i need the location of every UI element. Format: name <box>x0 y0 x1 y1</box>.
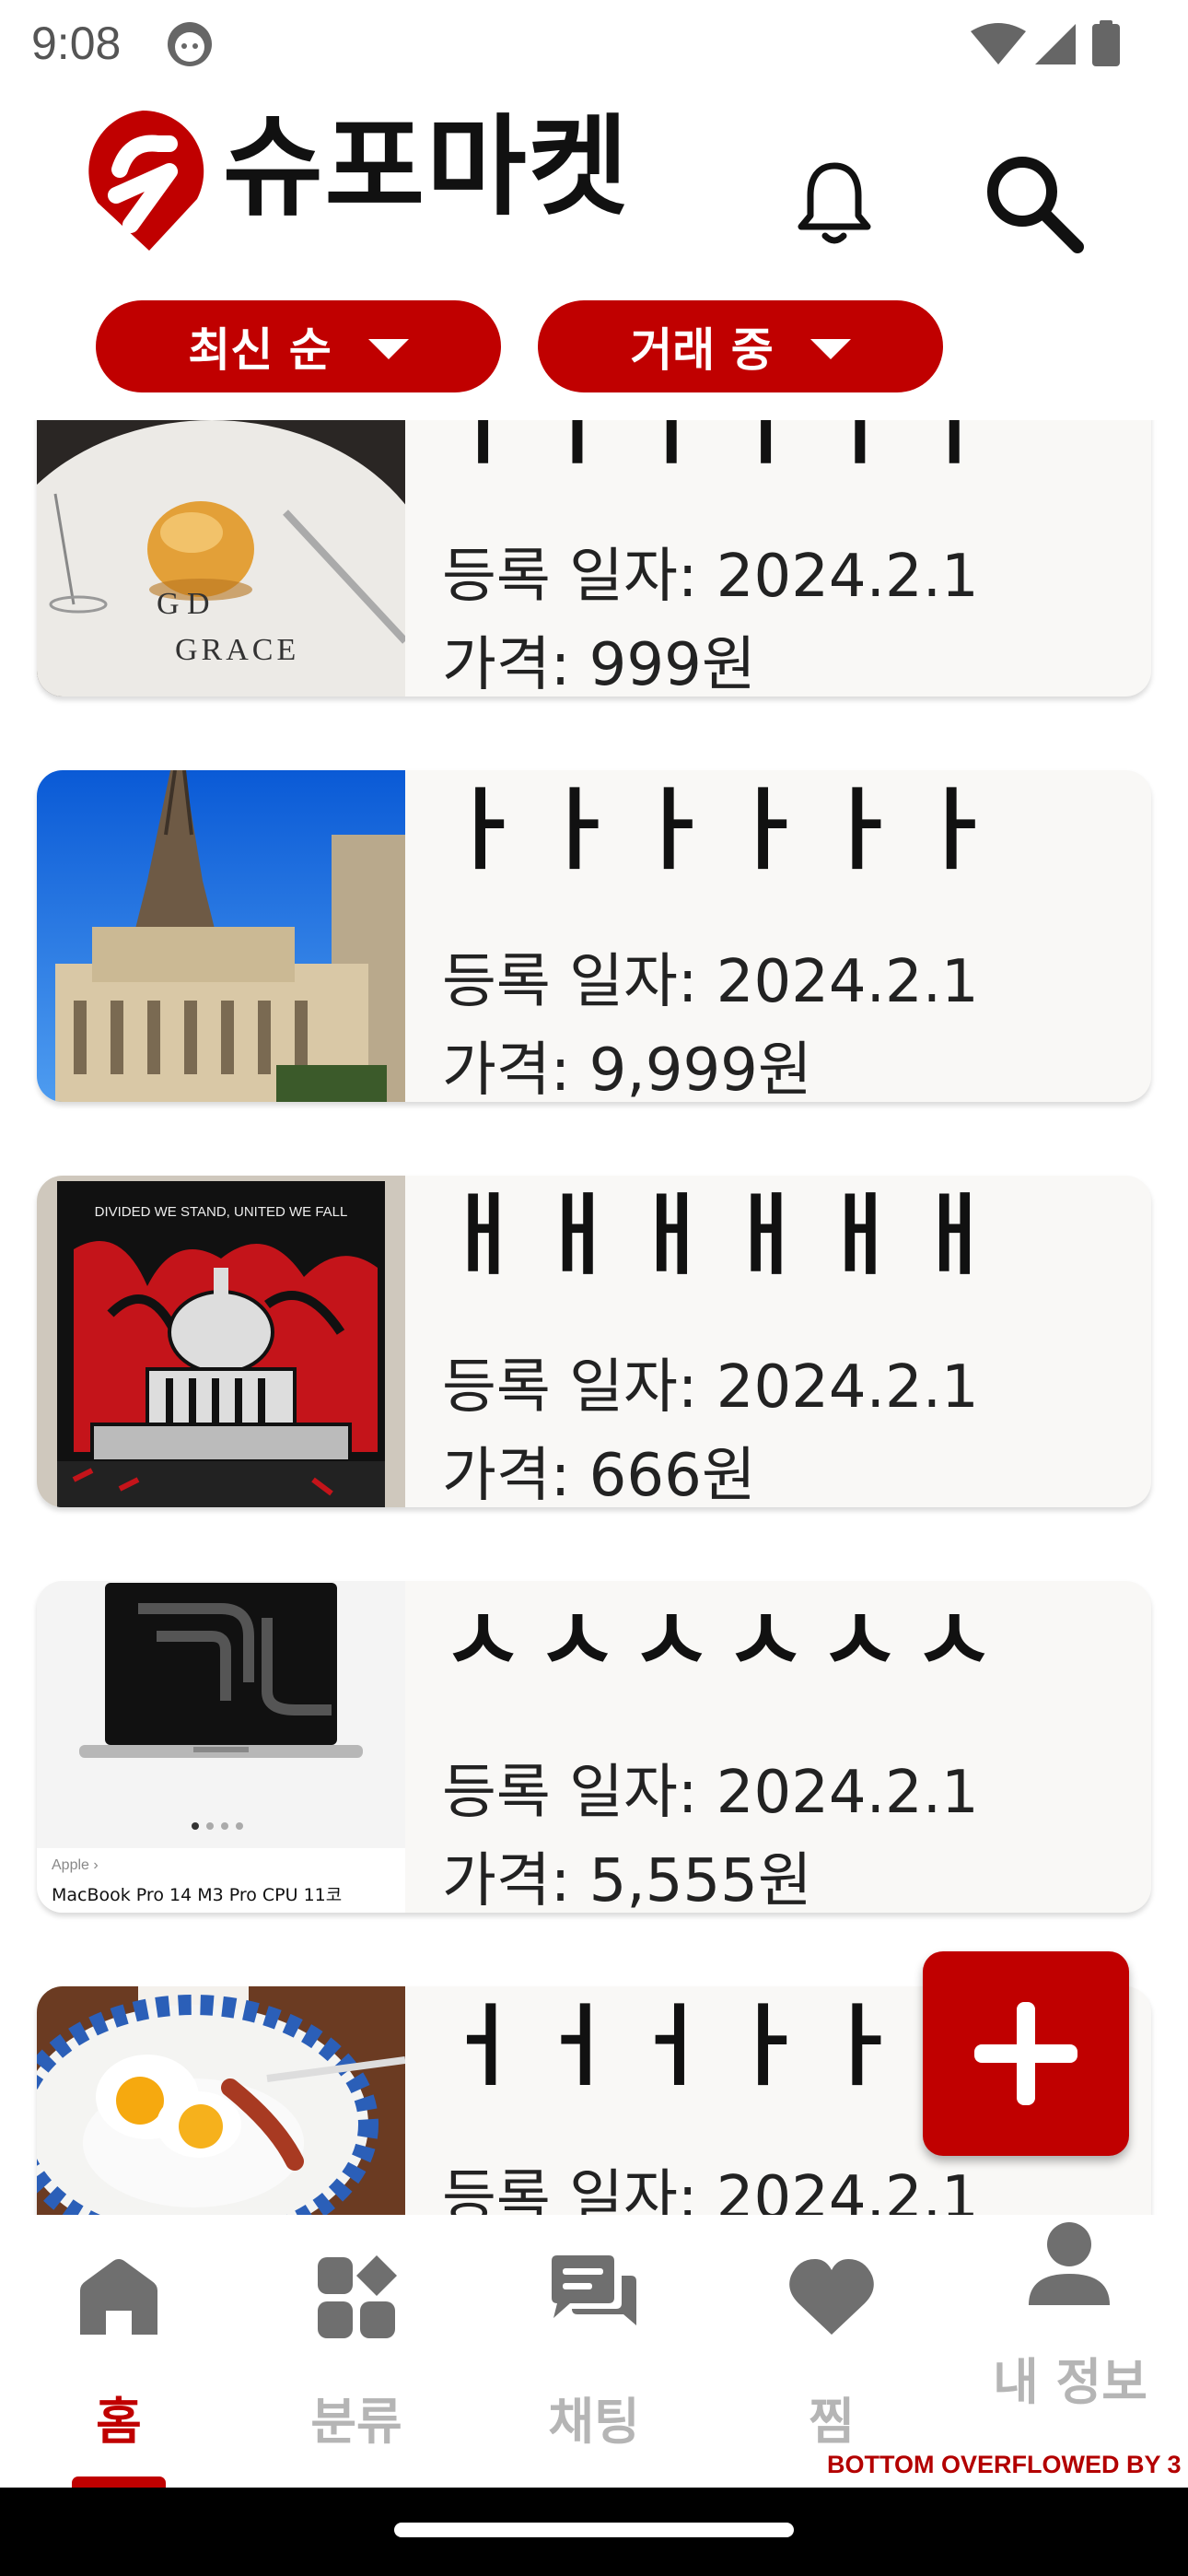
wifi-icon <box>971 23 1026 64</box>
status-label: 거래 중 <box>630 323 774 377</box>
product-card[interactable]: Apple › MacBook Pro 14 M3 Pro CPU 11코 ㅅㅅ… <box>37 1581 1151 1913</box>
product-date: 등록 일자: 2024.2.1 <box>442 948 979 1016</box>
logo-icon <box>88 110 204 251</box>
status-time: 9:08 <box>31 18 122 69</box>
overflow-warning: BOTTOM OVERFLOWED BY 3 <box>827 2451 1182 2478</box>
thumb-caption-small: Apple › <box>52 1857 99 1873</box>
nav-home-label: 홈 <box>96 2393 142 2451</box>
product-image: G D GRACE <box>37 420 405 697</box>
plus-icon <box>974 2002 1077 2105</box>
status-dropdown[interactable]: 거래 중 <box>538 300 943 392</box>
app-header: 슈포마켓 <box>0 88 1188 300</box>
product-title: ㅐㅐㅐㅐㅐㅐ <box>442 1184 1007 1287</box>
product-price: 가격: 9,999원 <box>442 1036 812 1102</box>
nav-wishlist-label: 찜 <box>809 2393 855 2451</box>
product-card[interactable]: G D GRACE ㅣㅣㅣㅣㅣㅣ 등록 일자: 2024.2.1 가격: 999… <box>37 420 1151 697</box>
notification-face-icon <box>168 22 212 66</box>
product-image: Apple › MacBook Pro 14 M3 Pro CPU 11코 <box>37 1581 405 1913</box>
person-icon <box>1029 2222 1110 2305</box>
category-icon <box>318 2255 397 2338</box>
product-image <box>37 1986 405 2215</box>
product-date: 등록 일자: 2024.2.1 <box>442 2164 979 2215</box>
status-bar: 9:08 <box>0 0 1188 88</box>
nav-category-label: 분류 <box>310 2393 402 2451</box>
product-price: 가격: 5,555원 <box>442 1847 812 1913</box>
nav-chat[interactable]: 채팅 <box>475 2215 713 2488</box>
chevron-down-icon <box>367 339 409 359</box>
product-price: 가격: 666원 <box>442 1442 756 1507</box>
product-image <box>37 770 405 1102</box>
product-image: DIVIDED WE STAND, UNITED WE FALL <box>37 1176 405 1507</box>
chat-icon <box>552 2255 636 2325</box>
product-date: 등록 일자: 2024.2.1 <box>442 1759 979 1827</box>
home-icon <box>80 2259 157 2335</box>
product-title: ㅏㅏㅏㅏㅏㅏ <box>442 779 1007 882</box>
heart-icon <box>789 2259 874 2335</box>
nav-chat-label: 채팅 <box>548 2393 640 2451</box>
nav-home[interactable]: 홈 <box>0 2215 238 2489</box>
product-price: 가격: 999원 <box>442 631 756 697</box>
signal-icon <box>1035 24 1076 64</box>
nav-wishlist[interactable]: 찜 <box>713 2215 950 2488</box>
nav-category[interactable]: 분류 <box>238 2215 475 2488</box>
product-title: ㅣㅣㅣㅣㅣㅣ <box>442 420 1007 476</box>
product-title: ㅅㅅㅅㅅㅅㅅ <box>442 1589 1007 1692</box>
plate-text: G D <box>157 587 210 621</box>
chevron-down-icon <box>809 339 851 359</box>
product-card[interactable]: DIVIDED WE STAND, UNITED WE FALL ㅐㅐㅐㅐㅐㅐ … <box>37 1176 1151 1507</box>
thumb-caption: MacBook Pro 14 M3 Pro CPU 11코 <box>52 1885 343 1905</box>
app-title: 슈포마켓 <box>223 103 631 230</box>
sort-dropdown[interactable]: 최신 순 <box>96 300 501 392</box>
bottom-navigation: 홈 분류 채팅 찜 내 정보 <box>0 2215 1188 2489</box>
home-gesture-handle[interactable] <box>394 2523 794 2537</box>
poster-text: DIVIDED WE STAND, UNITED WE FALL <box>95 1204 348 1220</box>
battery-icon <box>1092 24 1120 66</box>
product-date: 등록 일자: 2024.2.1 <box>442 543 979 611</box>
plate-text: GRACE <box>175 633 299 667</box>
product-card[interactable]: ㅏㅏㅏㅏㅏㅏ 등록 일자: 2024.2.1 가격: 9,999원 <box>37 770 1151 1102</box>
nav-profile-label: 내 정보 <box>993 2353 1147 2411</box>
add-product-button[interactable] <box>923 1951 1129 2156</box>
nav-profile[interactable]: 내 정보 <box>950 2215 1188 2488</box>
search-icon[interactable] <box>982 151 1085 254</box>
status-icons <box>971 20 1120 66</box>
sort-label: 최신 순 <box>188 323 332 377</box>
product-list[interactable]: G D GRACE ㅣㅣㅣㅣㅣㅣ 등록 일자: 2024.2.1 가격: 999… <box>0 420 1188 2215</box>
notification-bell-icon[interactable] <box>796 158 873 245</box>
product-date: 등록 일자: 2024.2.1 <box>442 1353 979 1422</box>
